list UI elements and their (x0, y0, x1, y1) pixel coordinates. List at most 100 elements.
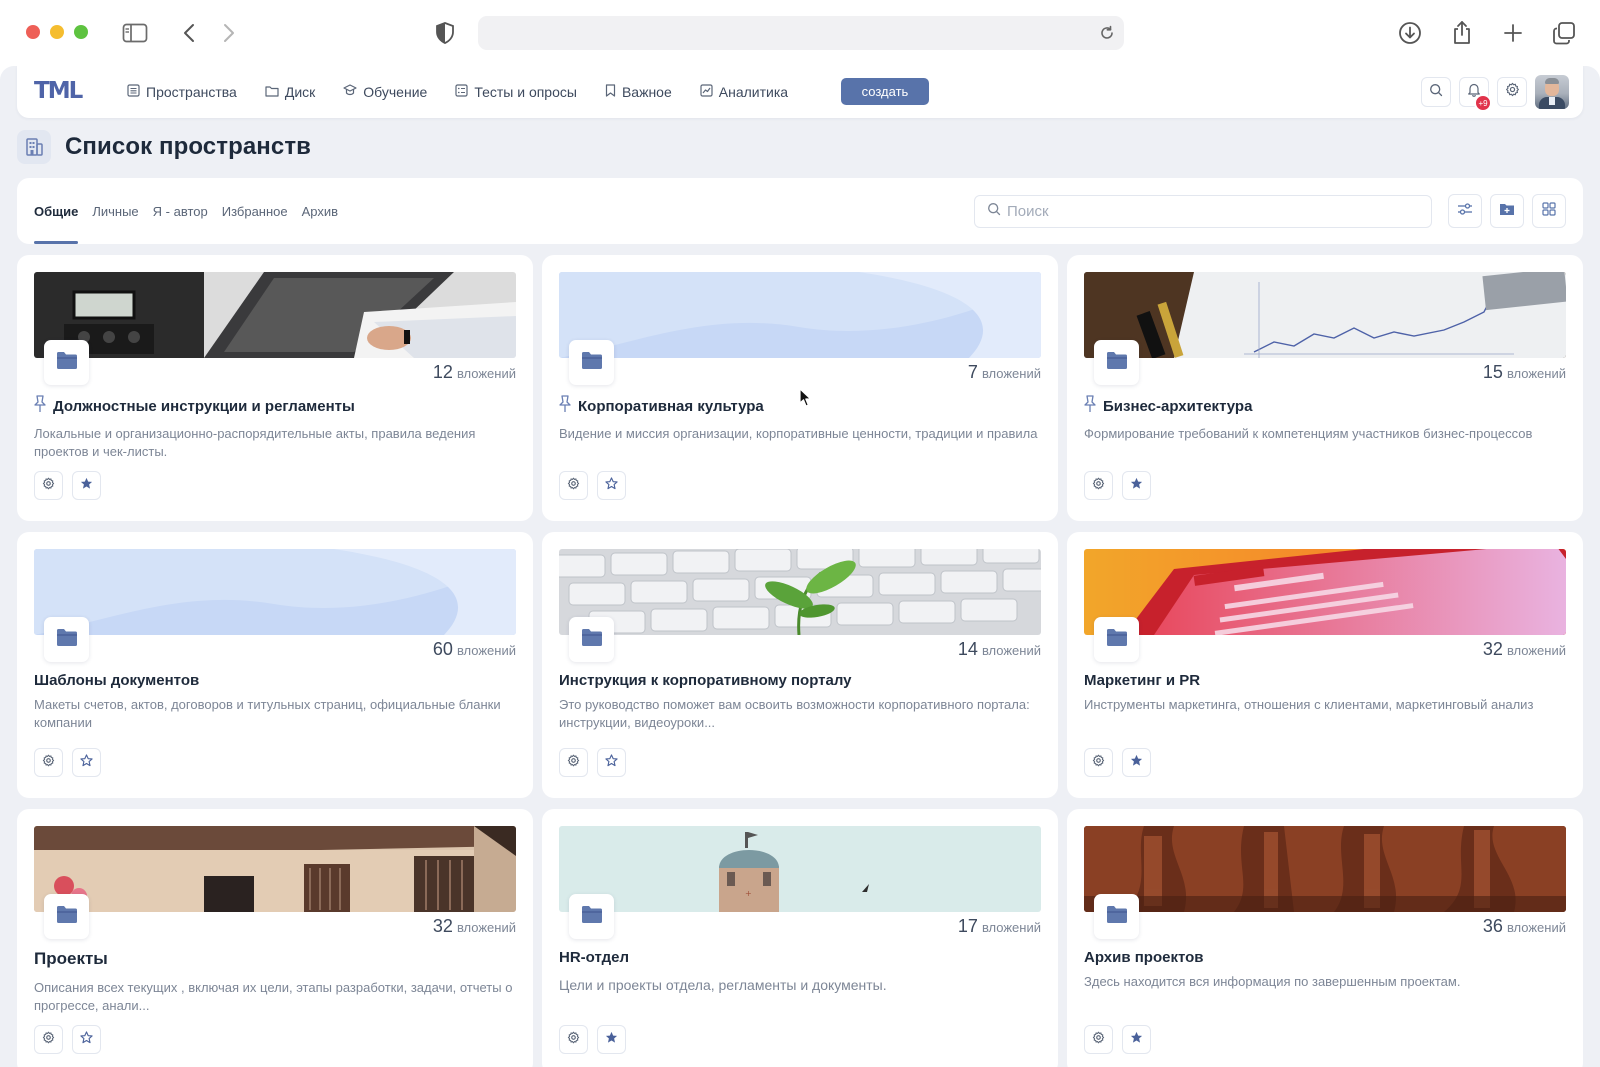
space-card[interactable]: 60 вложений Шаблоны документов Макеты сче… (17, 532, 533, 798)
space-card[interactable]: + 17 вложений HR-отдел Цели и проекты отд… (542, 809, 1058, 1067)
folder-badge (44, 894, 89, 939)
shield-icon[interactable] (430, 18, 460, 48)
search-input[interactable] (1007, 203, 1407, 220)
space-card[interactable]: 12 вложений Должностные инструкции и регл… (17, 255, 533, 521)
favorite-button[interactable] (72, 471, 101, 500)
nav-item-tests[interactable]: Тесты и опросы (441, 66, 591, 118)
close-window-button[interactable] (26, 25, 40, 39)
card-title[interactable]: Бизнес-архитектура (1084, 395, 1252, 417)
favorite-button[interactable] (72, 1025, 101, 1054)
forward-icon[interactable] (214, 18, 244, 48)
star-outline-icon (605, 476, 618, 495)
create-button[interactable]: создать (841, 78, 929, 105)
card-description: Цели и проекты отдела, регламенты и доку… (559, 977, 887, 993)
list-icon (127, 84, 140, 100)
star-filled-icon (80, 477, 93, 495)
space-card[interactable]: 32 вложений Маркетинг и PR Инструменты ма… (1067, 532, 1583, 798)
attachments-count: 14 вложений (958, 639, 1041, 660)
nav-item-label: Диск (284, 84, 316, 100)
favorite-button[interactable] (597, 1025, 626, 1054)
pin-icon[interactable] (1084, 395, 1096, 417)
cover-image (559, 549, 1041, 635)
building-icon (17, 130, 51, 164)
tab-archive[interactable]: Архив (302, 178, 338, 244)
card-title[interactable]: Маркетинг и PR (1084, 672, 1200, 689)
gear-icon (42, 477, 55, 495)
search-button[interactable] (1421, 77, 1451, 107)
download-icon[interactable] (1395, 18, 1425, 48)
tabs-icon[interactable] (1549, 18, 1579, 48)
card-settings-button[interactable] (34, 1025, 63, 1054)
card-title[interactable]: Архив проектов (1084, 949, 1204, 966)
pin-icon[interactable] (559, 395, 571, 417)
favorite-button[interactable] (1122, 748, 1151, 777)
user-avatar[interactable] (1535, 75, 1569, 109)
folder-badge (1094, 894, 1139, 939)
card-settings-button[interactable] (34, 748, 63, 777)
card-description: Инструменты маркетинга, отношения с клие… (1084, 697, 1534, 712)
space-card[interactable]: 15 вложений Бизнес-архитектура Формирован… (1067, 255, 1583, 521)
favorite-button[interactable] (1122, 1025, 1151, 1054)
card-title[interactable]: Шаблоны документов (34, 672, 199, 689)
grid-view-button[interactable] (1532, 194, 1566, 228)
card-settings-button[interactable] (559, 748, 588, 777)
tab-general[interactable]: Общие (34, 178, 79, 244)
card-settings-button[interactable] (34, 471, 63, 500)
space-card[interactable]: 32 вложений Проекты Описания всех текущих… (17, 809, 533, 1067)
card-title[interactable]: Инструкция к корпоративному порталу (559, 672, 852, 689)
card-title[interactable]: Должностные инструкции и регламенты (34, 395, 355, 417)
folder-icon (56, 351, 78, 375)
graduation-cap-icon (343, 84, 357, 100)
count-label: вложений (981, 920, 1041, 935)
new-tab-icon[interactable] (1498, 18, 1528, 48)
top-navigation: TML Пространства Диск Обучение Тесты и о… (17, 66, 1583, 118)
card-title[interactable]: HR-отдел (559, 949, 629, 966)
star-outline-icon (80, 753, 93, 772)
notifications-button[interactable]: +9 (1459, 77, 1492, 112)
count-value: 14 (957, 639, 978, 659)
pin-icon[interactable] (34, 395, 46, 417)
nav-item-spaces[interactable]: Пространства (113, 66, 251, 118)
card-settings-button[interactable] (559, 1025, 588, 1054)
card-settings-button[interactable] (559, 471, 588, 500)
share-icon[interactable] (1447, 18, 1477, 48)
reload-icon[interactable] (1098, 24, 1116, 47)
tab-favorites[interactable]: Избранное (222, 178, 288, 244)
sidebar-icon[interactable] (120, 18, 150, 48)
star-outline-icon (80, 1030, 93, 1049)
favorite-button[interactable] (1122, 471, 1151, 500)
card-settings-button[interactable] (1084, 471, 1113, 500)
card-title[interactable]: Проекты (34, 949, 108, 969)
space-card[interactable]: 14 вложений Инструкция к корпоративному п… (542, 532, 1058, 798)
favorite-button[interactable] (597, 748, 626, 777)
card-actions (559, 471, 626, 500)
logo[interactable]: TML (34, 78, 83, 104)
attachments-count: 15 вложений (1483, 362, 1566, 383)
space-card[interactable]: 36 вложений Архив проектов Здесь находитс… (1067, 809, 1583, 1067)
card-title-text: Бизнес-архитектура (1103, 397, 1253, 415)
favorite-button[interactable] (72, 748, 101, 777)
nav-item-disk[interactable]: Диск (251, 66, 329, 118)
tab-my-authored[interactable]: Я - автор (153, 178, 208, 244)
minimize-window-button[interactable] (50, 25, 64, 39)
card-actions (1084, 1025, 1151, 1054)
address-bar[interactable] (478, 16, 1124, 50)
nav-item-analytics[interactable]: Аналитика (686, 66, 802, 118)
maximize-window-button[interactable] (74, 25, 88, 39)
back-icon[interactable] (174, 18, 204, 48)
filter-button[interactable] (1448, 194, 1482, 228)
page-title: Список пространств (65, 133, 312, 160)
count-label: вложений (456, 920, 516, 935)
nav-item-important[interactable]: Важное (591, 66, 686, 118)
card-settings-button[interactable] (1084, 748, 1113, 777)
card-settings-button[interactable] (1084, 1025, 1113, 1054)
folder-icon (1106, 905, 1128, 929)
tab-personal[interactable]: Личные (92, 178, 138, 244)
settings-button[interactable] (1497, 77, 1527, 107)
favorite-button[interactable] (597, 471, 626, 500)
cover-image (1084, 826, 1566, 912)
nav-item-learning[interactable]: Обучение (329, 66, 441, 118)
add-folder-button[interactable] (1490, 194, 1524, 228)
card-title-text: Шаблоны документов (34, 672, 200, 689)
card-title[interactable]: Корпоративная культура (559, 395, 764, 417)
